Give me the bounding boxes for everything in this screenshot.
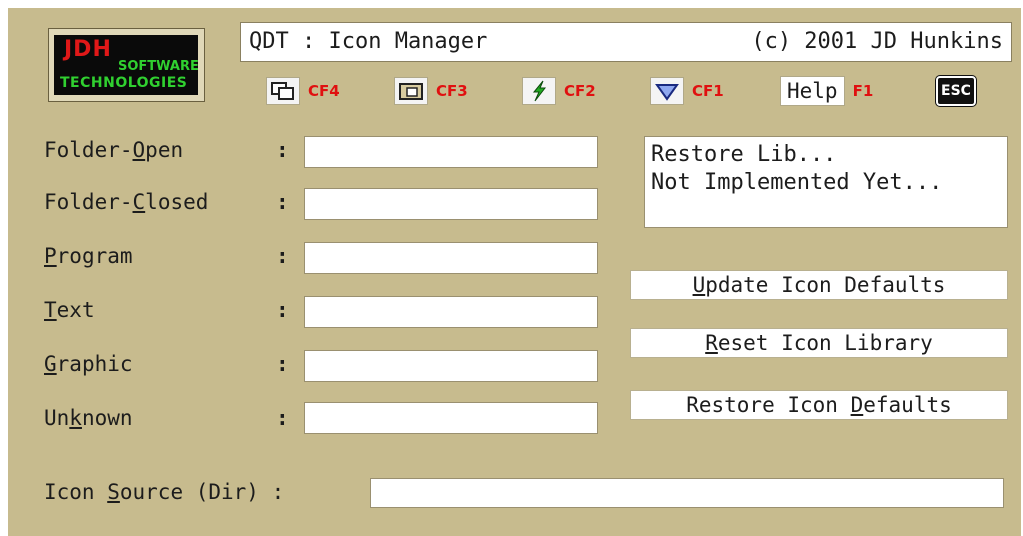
program-label: Program [44,244,133,268]
cf4-button[interactable]: CF4 [266,74,340,108]
restore-icon-defaults-button[interactable]: Restore Icon Defaults [630,390,1008,420]
graphic-colon: : [276,352,289,376]
green-arrow-icon [522,77,556,105]
message-line: Not Implemented Yet... [651,170,943,195]
down-arrow-icon [650,77,684,105]
title-bar: QDT : Icon Manager (c) 2001 JD Hunkins [240,22,1012,62]
app-title: QDT : Icon Manager [249,29,488,54]
folder-closed-field[interactable] [304,188,598,220]
text-field[interactable] [304,296,598,328]
cf1-button[interactable]: CF1 [650,74,724,108]
windows-icon [266,77,300,105]
company-logo: JDH SOFTWARE TECHNOLOGIES [48,28,205,102]
esc-button[interactable]: ESC [936,74,976,108]
cf3-label: CF3 [436,82,468,100]
text-colon: : [276,298,289,322]
help-button[interactable]: Help F1 [780,74,873,108]
esc-icon: ESC [936,76,976,106]
folder-open-field[interactable] [304,136,598,168]
cf3-button[interactable]: CF3 [394,74,468,108]
folder-closed-colon: : [276,190,289,214]
cf2-button[interactable]: CF2 [522,74,596,108]
message-box: Restore Lib... Not Implemented Yet... [644,136,1008,228]
folder-closed-label: Folder-Closed [44,190,209,214]
unknown-colon: : [276,406,289,430]
text-label: Text [44,298,95,322]
help-label: Help [780,76,845,106]
icon-manager-window: JDH SOFTWARE TECHNOLOGIES QDT : Icon Man… [8,8,1021,536]
graphic-label: Graphic [44,352,133,376]
graphic-field[interactable] [304,350,598,382]
program-field[interactable] [304,242,598,274]
cf1-label: CF1 [692,82,724,100]
update-icon-defaults-button[interactable]: Update Icon Defaults [630,270,1008,300]
cf2-label: CF2 [564,82,596,100]
copyright-text: (c) 2001 JD Hunkins [751,29,1003,54]
logo-software-text: SOFTWARE [118,59,199,74]
icon-source-field[interactable] [370,478,1004,508]
unknown-label: Unknown [44,406,133,430]
folder-open-label: Folder-Open [44,138,184,162]
reset-icon-library-button[interactable]: Reset Icon Library [630,328,1008,358]
icon-source-label: Icon Source (Dir) : [44,480,285,504]
message-line: Restore Lib... [651,142,837,167]
logo-technologies-text: TECHNOLOGIES [60,75,188,91]
f1-label: F1 [852,82,874,100]
folder-open-colon: : [276,138,289,162]
unknown-field[interactable] [304,402,598,434]
logo-jdh-text: JDH [64,37,112,62]
cf4-label: CF4 [308,82,340,100]
program-colon: : [276,244,289,268]
folder-icon [394,77,428,105]
